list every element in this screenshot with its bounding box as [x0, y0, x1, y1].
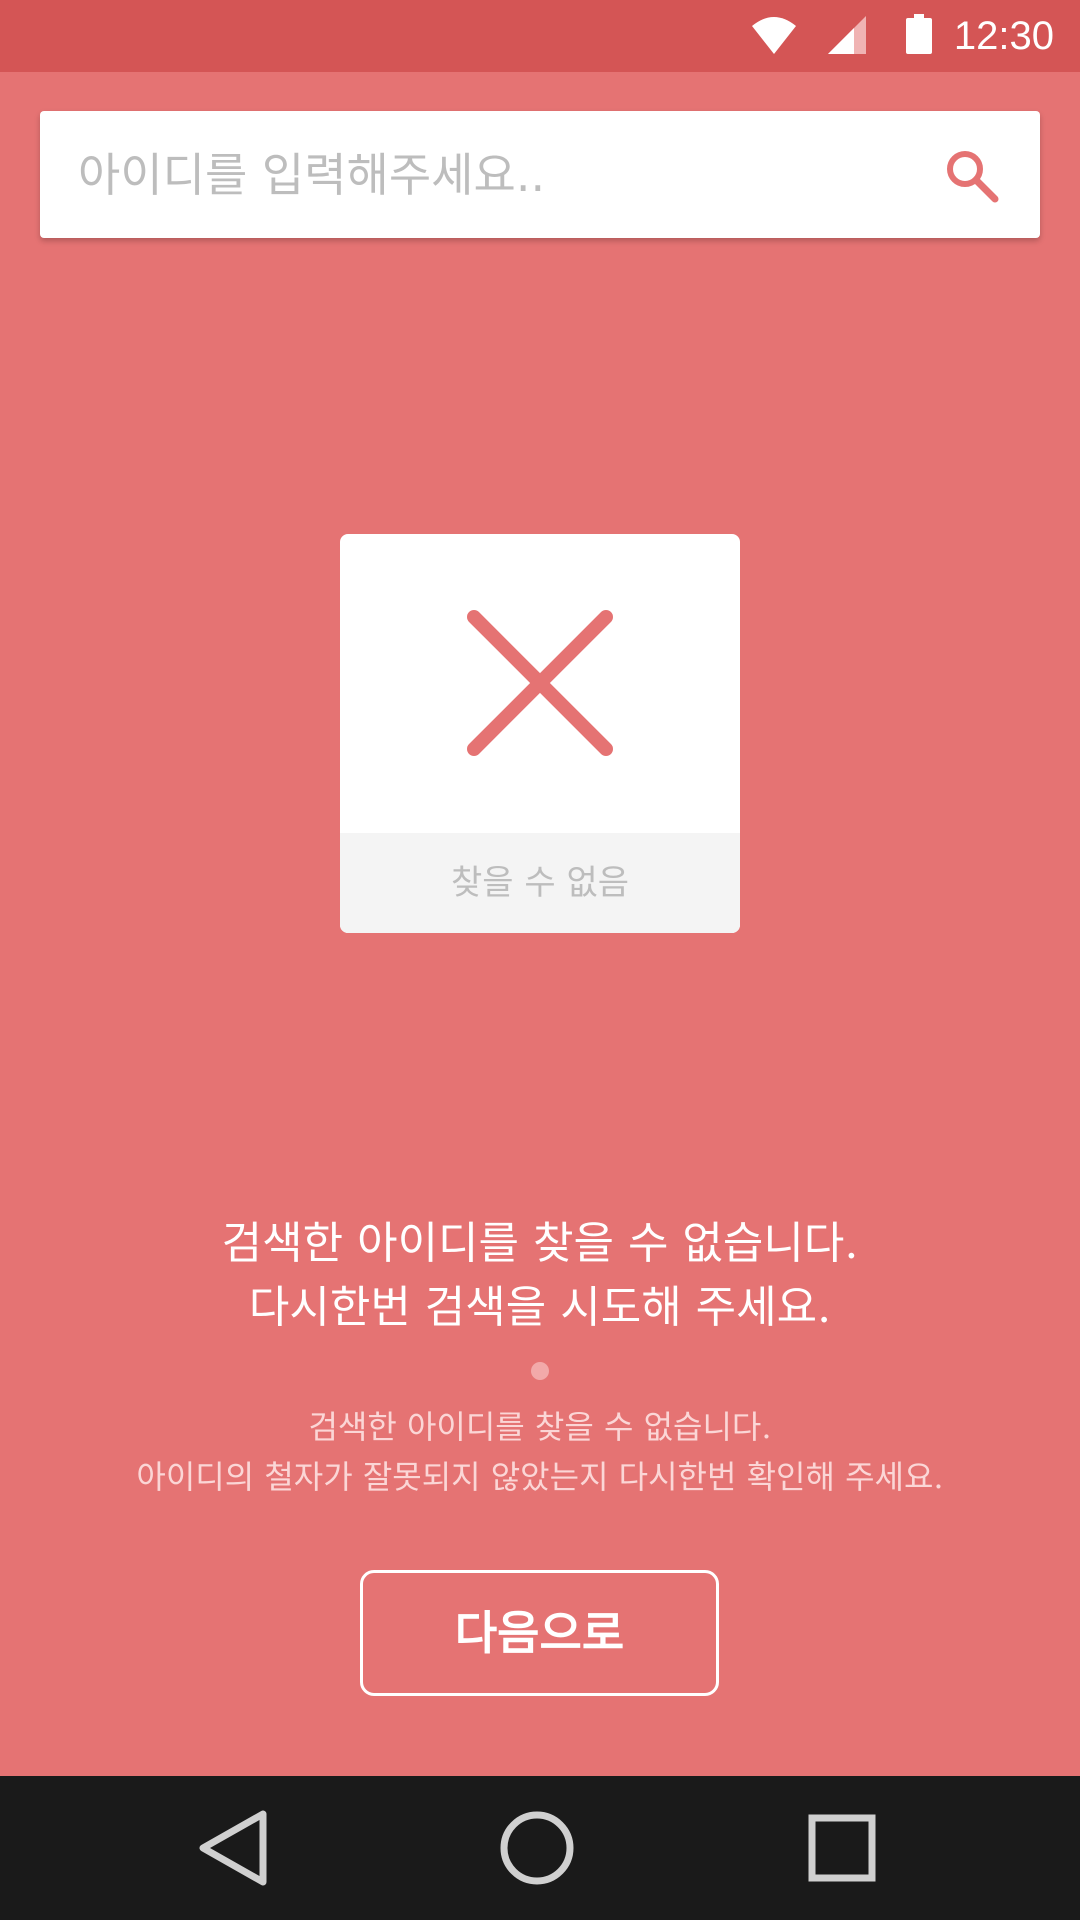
wifi-icon [752, 14, 796, 58]
not-found-card: 찾을 수 없음 [340, 534, 740, 933]
x-icon [340, 534, 740, 834]
recents-icon[interactable] [802, 1808, 882, 1888]
back-icon[interactable] [195, 1808, 275, 1888]
card-label: 찾을 수 없음 [340, 833, 740, 933]
status-bar: 12:30 [0, 0, 1080, 72]
headline-line-1: 검색한 아이디를 찾을 수 없습니다. [221, 1218, 859, 1269]
headline-line-2: 다시한번 검색을 시도해 주세요. [248, 1282, 832, 1333]
cellular-signal-icon [828, 16, 866, 58]
detail-line-2: 아이디의 철자가 잘못되지 않았는지 다시한번 확인해 주세요. [136, 1458, 944, 1496]
error-detail: 검색한 아이디를 찾을 수 없습니다. 아이디의 철자가 잘못되지 않았는지 다… [0, 1402, 1080, 1502]
home-icon[interactable] [497, 1808, 577, 1888]
search-bar [40, 111, 1040, 238]
search-input[interactable] [78, 111, 938, 238]
detail-line-1: 검색한 아이디를 찾을 수 없습니다. [308, 1408, 772, 1446]
battery-icon [906, 14, 932, 58]
error-headline: 검색한 아이디를 찾을 수 없습니다. 다시한번 검색을 시도해 주세요. [0, 1212, 1080, 1340]
navigation-bar [0, 1776, 1080, 1920]
status-time: 12:30 [953, 14, 1054, 58]
search-icon[interactable] [942, 146, 1002, 206]
next-button[interactable]: 다음으로 [360, 1570, 719, 1696]
separator-dot [531, 1362, 549, 1380]
